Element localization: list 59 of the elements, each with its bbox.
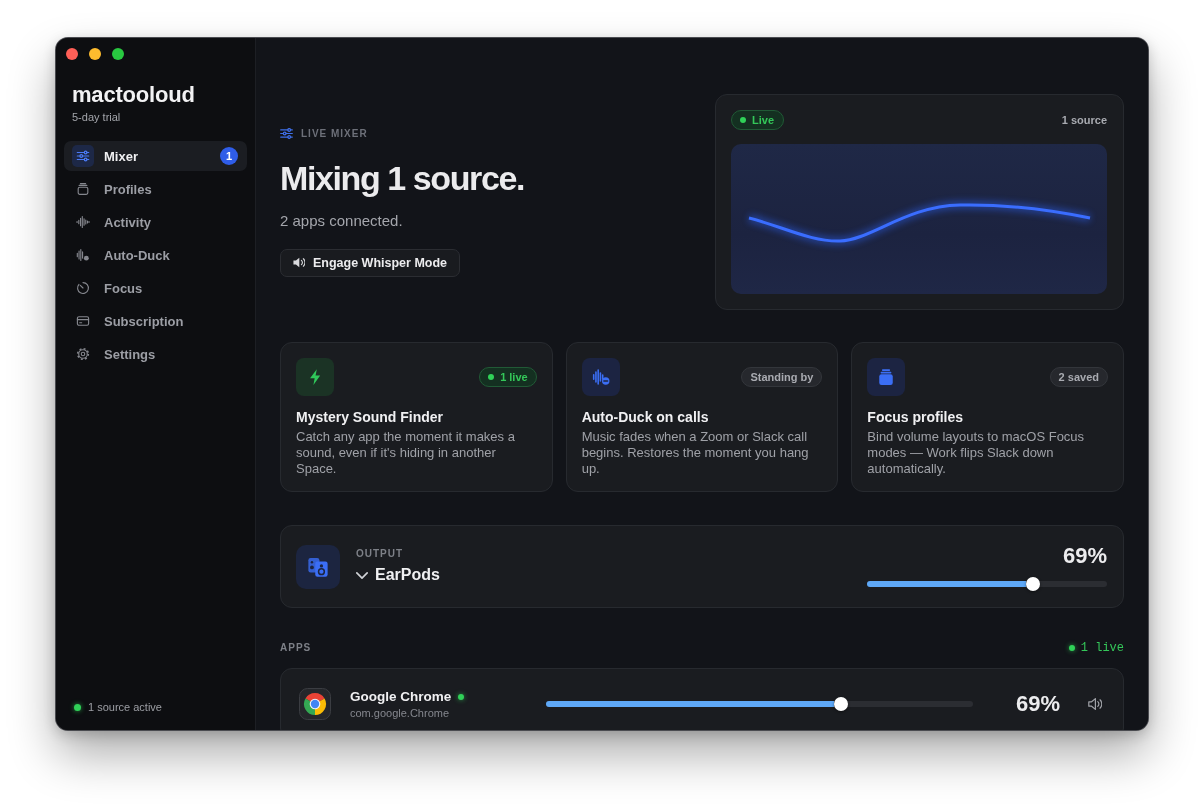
slider-thumb[interactable] <box>1025 576 1040 591</box>
volume-percent: 69% <box>1014 691 1060 717</box>
section-label: LIVE MIXER <box>301 127 368 140</box>
card-description: Bind volume layouts to macOS Focus modes — Work flips Slack down automatically. <box>867 429 1086 477</box>
card-title: Mystery Sound Finder <box>296 409 445 425</box>
whisper-mode-button[interactable]: Engage Whisper Mode <box>280 248 461 277</box>
speakers-icon <box>296 544 340 589</box>
card-icon <box>76 314 90 328</box>
status-dot-icon <box>488 374 495 380</box>
status-dot-icon <box>1068 645 1075 651</box>
waveform-icon <box>76 215 90 229</box>
trial-label: 5-day trial <box>72 110 121 124</box>
nav-item[interactable]: Auto-Duck <box>64 240 247 270</box>
status-dot-icon <box>74 703 81 711</box>
status-badge: Standing by <box>741 367 823 387</box>
zoom-button[interactable] <box>112 48 124 60</box>
bundle-id: com.google.Chrome <box>350 706 450 720</box>
count-badge: 1 <box>220 147 238 165</box>
speaker-icon <box>293 257 305 268</box>
source-count: 1 source <box>1061 114 1107 126</box>
nav-item[interactable]: Activity <box>64 207 247 237</box>
app-logo: mactooloud <box>72 82 195 108</box>
nav-item[interactable]: Subscription <box>64 306 247 336</box>
status-text: 1 source active <box>88 700 162 714</box>
waveform-dot-icon <box>76 248 90 262</box>
settings-icon <box>76 347 90 361</box>
card-title: Focus profiles <box>867 409 964 425</box>
close-button[interactable] <box>66 48 78 60</box>
volume-percent: 69% <box>1062 543 1107 568</box>
card-description: Music fades when a Zoom or Slack call begins. Restores the moment you hang up. <box>581 429 810 477</box>
chevron-icon <box>356 571 368 579</box>
page-title: Mixing 1 source. <box>280 157 524 199</box>
app-name: Google Chrome <box>350 688 452 705</box>
waveform-minus-icon <box>581 358 620 396</box>
nav-item[interactable]: Focus <box>64 273 247 303</box>
stack-icon <box>867 358 906 396</box>
status-dot-icon <box>740 117 746 123</box>
sliders-icon <box>72 145 94 167</box>
live-count: 1 live <box>1080 641 1124 655</box>
nav-item[interactable]: Settings <box>64 339 247 369</box>
lightning-icon <box>296 358 334 396</box>
nav-item[interactable]: Profiles <box>64 174 247 204</box>
stack-icon <box>76 182 90 196</box>
status-label: Live <box>752 114 774 126</box>
status-badge: 2 saved <box>1049 367 1108 387</box>
sliders-icon <box>280 128 293 139</box>
card-title: Auto-Duck on calls <box>581 409 710 425</box>
section-label: OUTPUT <box>356 548 404 560</box>
timer-icon <box>76 281 90 295</box>
subtitle: 2 apps connected. <box>280 210 403 231</box>
section-label: APPS <box>280 642 312 654</box>
card-description: Catch any app the moment it makes a sound, even if it's hiding in another Space. <box>296 429 516 477</box>
slider-thumb[interactable] <box>833 697 848 711</box>
app-icon <box>299 688 331 720</box>
nav-item[interactable]: Mixer 1 <box>64 141 247 171</box>
speaker-icon[interactable] <box>1088 698 1102 710</box>
device-dropdown[interactable]: EarPods <box>356 565 440 585</box>
status-label: 1 live <box>500 371 528 383</box>
minimize-button[interactable] <box>89 48 101 60</box>
